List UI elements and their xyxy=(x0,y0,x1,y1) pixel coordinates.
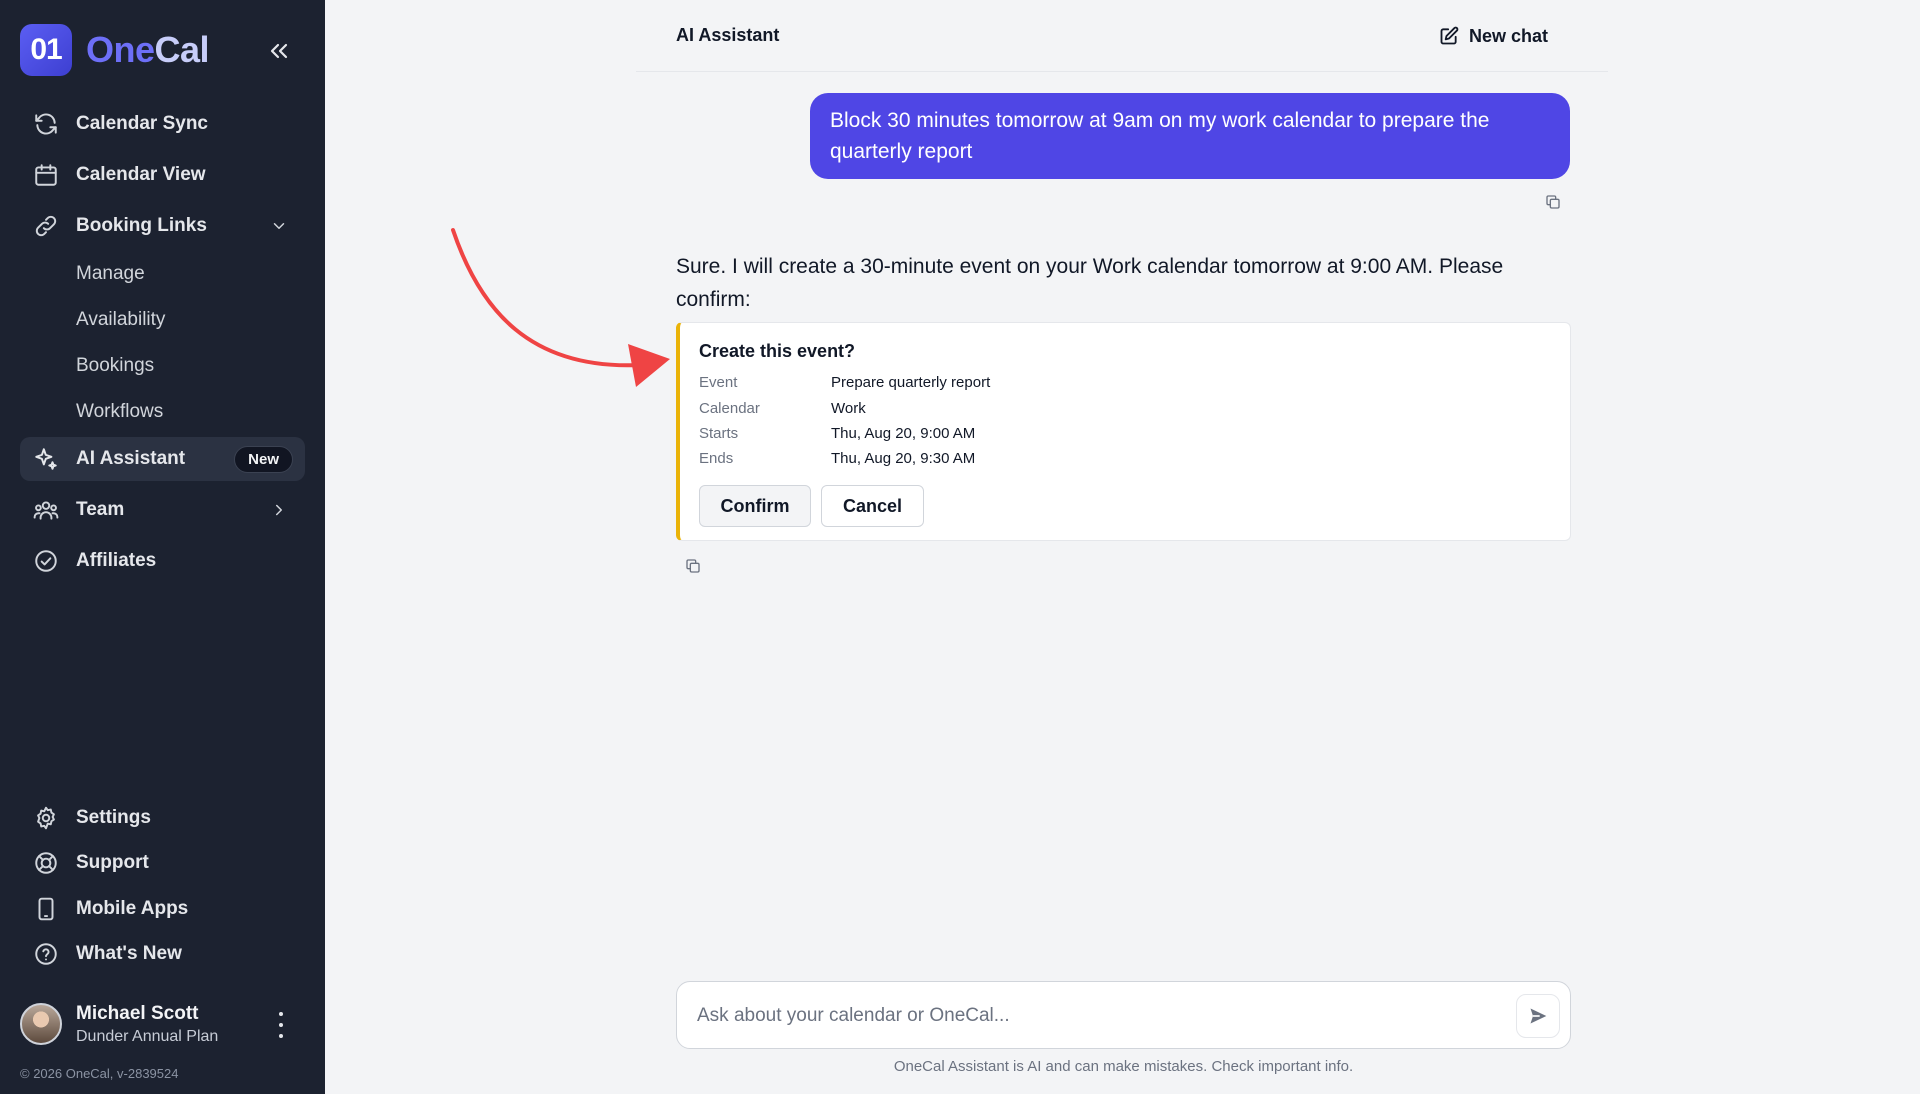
onecal-logo: 01 xyxy=(20,24,72,76)
nav-label: Mobile Apps xyxy=(76,898,189,919)
chat-composer xyxy=(676,981,1571,1049)
brand-name: OneCal xyxy=(86,29,210,71)
card-title: Create this event? xyxy=(699,341,856,361)
chat-header: AI Assistant New chat xyxy=(636,0,1608,72)
chevron-right-icon[interactable] xyxy=(267,498,291,522)
user-profile[interactable]: Michael Scott Dunder Annual Plan xyxy=(20,1002,305,1046)
nav-team[interactable]: Team xyxy=(20,488,305,532)
user-info: Michael Scott Dunder Annual Plan xyxy=(76,1003,218,1046)
new-chat-label: New chat xyxy=(1468,25,1548,46)
subnav-availability[interactable]: Availability xyxy=(76,309,165,331)
nav-label: Affiliates xyxy=(76,550,157,571)
collapse-sidebar-button[interactable] xyxy=(264,36,294,66)
link-icon xyxy=(32,212,60,240)
detail-value: Work xyxy=(831,400,866,417)
phone-icon xyxy=(32,895,60,923)
nav-calendar-sync[interactable]: Calendar Sync xyxy=(20,102,305,146)
more-options-icon[interactable] xyxy=(271,1012,291,1038)
brand-name-one: One xyxy=(86,29,155,70)
avatar xyxy=(20,1003,62,1045)
detail-row-ends: Ends Thu, Aug 20, 9:30 AM xyxy=(699,450,975,467)
nav-affiliates[interactable]: Affiliates xyxy=(20,539,305,583)
sparkle-icon xyxy=(32,445,60,473)
nav-label: AI Assistant xyxy=(76,448,186,469)
ai-disclaimer: OneCal Assistant is AI and can make mist… xyxy=(893,1058,1354,1075)
calendar-icon xyxy=(32,161,60,189)
help-circle-icon xyxy=(32,940,60,968)
lifebuoy-icon xyxy=(32,849,60,877)
detail-key: Event xyxy=(699,374,738,391)
nav-label: Calendar Sync xyxy=(76,113,208,134)
subnav-bookings[interactable]: Bookings xyxy=(76,355,154,377)
nav-booking-links[interactable]: Booking Links xyxy=(20,204,305,248)
copy-icon[interactable] xyxy=(682,555,704,577)
sync-icon xyxy=(32,110,60,138)
detail-row-calendar: Calendar Work xyxy=(699,400,866,417)
annotation-arrow-icon xyxy=(451,228,670,387)
subnav-manage[interactable]: Manage xyxy=(76,263,145,285)
detail-value: Thu, Aug 20, 9:30 AM xyxy=(831,450,976,467)
new-chat-button[interactable]: New chat xyxy=(1439,22,1548,50)
new-badge: New xyxy=(234,446,293,473)
sidebar: 01 OneCal Calendar Sync Calendar View Bo… xyxy=(0,0,325,1094)
subnav-workflows[interactable]: Workflows xyxy=(76,401,163,423)
detail-row-event: Event Prepare quarterly report xyxy=(699,374,990,391)
nav-ai-assistant[interactable]: AI Assistant New xyxy=(20,437,305,481)
cancel-button[interactable]: Cancel xyxy=(821,485,924,527)
nav-label: Settings xyxy=(76,807,151,828)
page-title: AI Assistant xyxy=(676,25,780,45)
user-plan: Dunder Annual Plan xyxy=(76,1027,219,1045)
user-message-bubble: Block 30 minutes tomorrow at 9am on my w… xyxy=(810,93,1570,179)
detail-key: Ends xyxy=(699,450,734,467)
nav-label: Team xyxy=(76,499,125,520)
nav-settings[interactable]: Settings xyxy=(20,796,305,840)
chat-input[interactable] xyxy=(697,1000,1477,1032)
detail-value: Thu, Aug 20, 9:00 AM xyxy=(831,425,976,442)
send-icon xyxy=(1530,1008,1547,1024)
nav-label: What's New xyxy=(76,943,182,964)
assistant-message: Sure. I will create a 30-minute event on… xyxy=(676,255,1504,311)
brand-name-cal: Cal xyxy=(154,29,210,70)
nav-label: Booking Links xyxy=(76,215,207,236)
copy-icon[interactable] xyxy=(1542,191,1564,213)
team-icon xyxy=(32,496,60,524)
gear-icon xyxy=(32,804,60,832)
check-circle-icon xyxy=(32,547,60,575)
send-button[interactable] xyxy=(1516,994,1560,1038)
nav-label: Calendar View xyxy=(76,164,206,185)
detail-key: Calendar xyxy=(699,400,760,417)
brand[interactable]: 01 OneCal xyxy=(20,24,210,76)
chevrons-left-icon xyxy=(270,43,288,59)
event-confirmation-card: Create this event? Event Prepare quarter… xyxy=(676,322,1571,541)
nav-mobile-apps[interactable]: Mobile Apps xyxy=(20,887,305,931)
confirm-button[interactable]: Confirm xyxy=(699,485,811,527)
detail-key: Starts xyxy=(699,425,739,442)
nav-whats-new[interactable]: What's New xyxy=(20,932,305,976)
nav-support[interactable]: Support xyxy=(20,841,305,885)
detail-value: Prepare quarterly report xyxy=(831,374,991,391)
edit-icon xyxy=(1439,26,1459,46)
copyright: © 2026 OneCal, v-2839524 xyxy=(20,1066,179,1081)
user-name: Michael Scott xyxy=(76,1002,199,1024)
nav-calendar-view[interactable]: Calendar View xyxy=(20,153,305,197)
chevron-down-icon[interactable] xyxy=(267,214,291,238)
nav-label: Support xyxy=(76,852,149,873)
detail-row-starts: Starts Thu, Aug 20, 9:00 AM xyxy=(699,425,975,442)
